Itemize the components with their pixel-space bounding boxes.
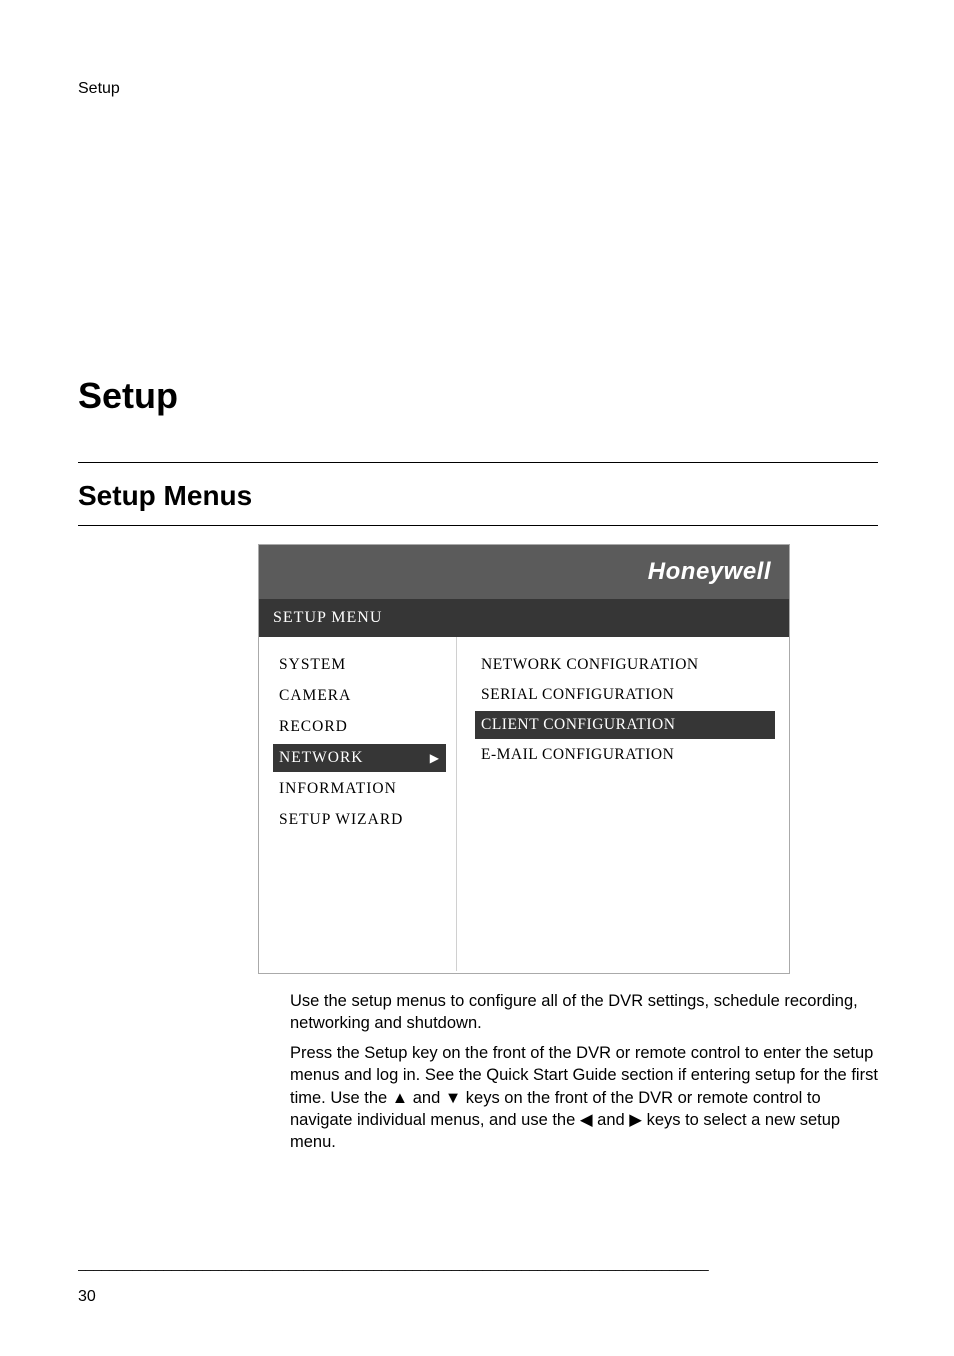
page-number: 30 — [78, 1288, 96, 1306]
main-menu-column: SYSTEM CAMERA RECORD NETWORK ▶ INFORMATI… — [259, 637, 457, 971]
screenshot-body: SYSTEM CAMERA RECORD NETWORK ▶ INFORMATI… — [259, 637, 789, 971]
submenu-network-config[interactable]: NETWORK CONFIGURATION — [475, 651, 775, 679]
menu-item-information[interactable]: INFORMATION — [273, 775, 446, 803]
menu-item-network-label: NETWORK — [279, 749, 364, 767]
submenu-arrow-icon: ▶ — [430, 751, 440, 766]
right-arrow-icon: ▶ — [629, 1111, 642, 1129]
submenu-client-config[interactable]: CLIENT CONFIGURATION — [475, 711, 775, 739]
up-arrow-icon: ▲ — [392, 1089, 408, 1107]
menu-item-record[interactable]: RECORD — [273, 713, 446, 741]
submenu-serial-config[interactable]: SERIAL CONFIGURATION — [475, 681, 775, 709]
menu-item-network[interactable]: NETWORK ▶ — [273, 744, 446, 772]
menu-item-system[interactable]: SYSTEM — [273, 651, 446, 679]
setup-menu-label: SETUP MENU — [259, 599, 789, 637]
screenshot-title-bar: Honeywell — [259, 545, 789, 599]
body-paragraph-1: Use the setup menus to configure all of … — [290, 990, 880, 1035]
section-rule-bottom — [78, 525, 878, 526]
brand-logo: Honeywell — [648, 558, 771, 586]
para2-text-b: and — [408, 1089, 445, 1107]
section-title: Setup Menus — [78, 480, 252, 512]
down-arrow-icon: ▼ — [445, 1089, 461, 1107]
running-header: Setup — [78, 80, 120, 98]
para2-text-d: and — [593, 1111, 630, 1129]
chapter-title: Setup — [78, 375, 178, 417]
left-arrow-icon: ◀ — [580, 1111, 593, 1129]
setup-menu-screenshot: Honeywell SETUP MENU SYSTEM CAMERA RECOR… — [258, 544, 790, 974]
sub-menu-column: NETWORK CONFIGURATION SERIAL CONFIGURATI… — [457, 637, 789, 971]
submenu-email-config[interactable]: E-MAIL CONFIGURATION — [475, 741, 775, 769]
menu-item-setup-wizard[interactable]: SETUP WIZARD — [273, 806, 446, 834]
footer-rule: ________________________________________… — [78, 1255, 876, 1271]
section-rule-top — [78, 462, 878, 463]
body-paragraph-2: Press the Setup key on the front of the … — [290, 1042, 880, 1153]
menu-item-camera[interactable]: CAMERA — [273, 682, 446, 710]
